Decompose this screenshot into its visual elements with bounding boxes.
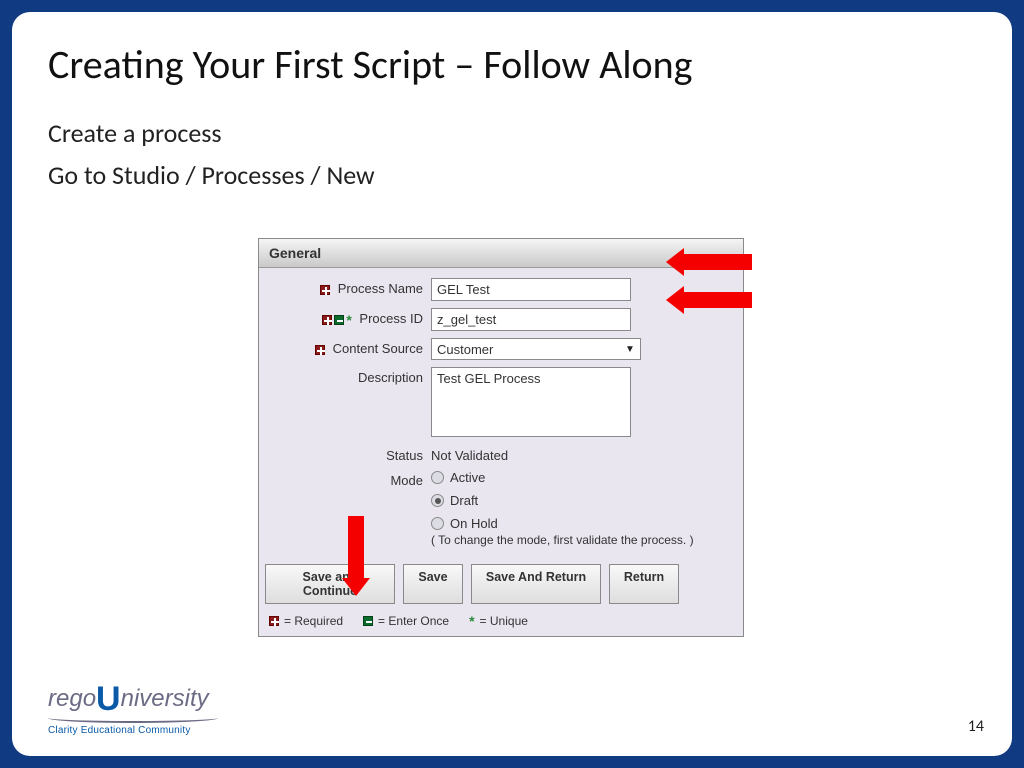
logo-tagline: Clarity Educational Community bbox=[48, 725, 218, 736]
logo-rego: rego bbox=[48, 685, 96, 712]
row-process-name: Process Name GEL Test bbox=[271, 278, 731, 301]
required-icon bbox=[322, 315, 332, 325]
radio-selected-icon bbox=[431, 494, 444, 507]
row-status: Status Not Validated bbox=[271, 445, 731, 463]
mode-draft-label: Draft bbox=[450, 493, 478, 508]
page-number: 14 bbox=[968, 717, 984, 736]
label-process-id: Process ID bbox=[359, 311, 423, 326]
process-id-input[interactable]: z_gel_test bbox=[431, 308, 631, 331]
required-icon bbox=[320, 285, 330, 295]
status-value: Not Validated bbox=[431, 445, 731, 463]
radio-icon bbox=[431, 471, 444, 484]
label-process-name: Process Name bbox=[338, 281, 423, 296]
mode-on-hold-label: On Hold bbox=[450, 516, 498, 531]
rego-university-logo: regoUniversity Clarity Educational Commu… bbox=[48, 680, 218, 736]
content-source-select[interactable]: Customer ▼ bbox=[431, 338, 641, 360]
save-and-return-button[interactable]: Save And Return bbox=[471, 564, 601, 604]
mode-option-active[interactable]: Active bbox=[431, 470, 731, 485]
arrow-annotation-icon bbox=[348, 516, 364, 578]
slide-title: Creating Your First Script – Follow Alon… bbox=[48, 40, 976, 89]
legend-required: = Required bbox=[284, 614, 343, 628]
select-value: Customer bbox=[437, 342, 493, 357]
label-mode: Mode bbox=[390, 473, 423, 488]
enter-once-icon bbox=[363, 616, 373, 626]
row-description: Description Test GEL Process bbox=[271, 367, 731, 437]
enter-once-icon bbox=[334, 315, 344, 325]
logo-niversity: niversity bbox=[121, 685, 209, 712]
description-textarea[interactable]: Test GEL Process bbox=[431, 367, 631, 437]
mode-option-draft[interactable]: Draft bbox=[431, 493, 731, 508]
chevron-down-icon: ▼ bbox=[622, 344, 638, 355]
logo-u: U bbox=[96, 680, 121, 718]
body-line-2: Go to Studio / Processes / New bbox=[48, 159, 976, 191]
label-status: Status bbox=[386, 448, 423, 463]
process-name-input[interactable]: GEL Test bbox=[431, 278, 631, 301]
button-bar: Save and Continue Save Save And Return R… bbox=[259, 560, 743, 610]
mode-option-on-hold[interactable]: On Hold bbox=[431, 516, 731, 531]
unique-icon: * bbox=[469, 616, 474, 626]
save-button[interactable]: Save bbox=[403, 564, 463, 604]
mode-active-label: Active bbox=[450, 470, 485, 485]
radio-icon bbox=[431, 517, 444, 530]
arrow-annotation-icon bbox=[682, 254, 752, 270]
return-button[interactable]: Return bbox=[609, 564, 679, 604]
required-icon bbox=[315, 345, 325, 355]
legend-unique: = Unique bbox=[480, 614, 528, 628]
form-legend: = Required = Enter Once * = Unique bbox=[259, 610, 743, 636]
mode-hint: ( To change the mode, first validate the… bbox=[431, 533, 731, 547]
arrow-annotation-icon bbox=[682, 292, 752, 308]
row-content-source: Content Source Customer ▼ bbox=[271, 338, 731, 360]
slide: Creating Your First Script – Follow Alon… bbox=[12, 12, 1012, 756]
row-mode: Mode Active Draft On Hold ( To bbox=[271, 470, 731, 547]
row-process-id: * Process ID z_gel_test bbox=[271, 308, 731, 331]
unique-icon: * bbox=[346, 315, 351, 325]
label-content-source: Content Source bbox=[333, 341, 423, 356]
label-description: Description bbox=[358, 370, 423, 385]
required-icon bbox=[269, 616, 279, 626]
save-and-continue-button[interactable]: Save and Continue bbox=[265, 564, 395, 604]
body-line-1: Create a process bbox=[48, 117, 976, 149]
legend-enter-once: = Enter Once bbox=[378, 614, 449, 628]
